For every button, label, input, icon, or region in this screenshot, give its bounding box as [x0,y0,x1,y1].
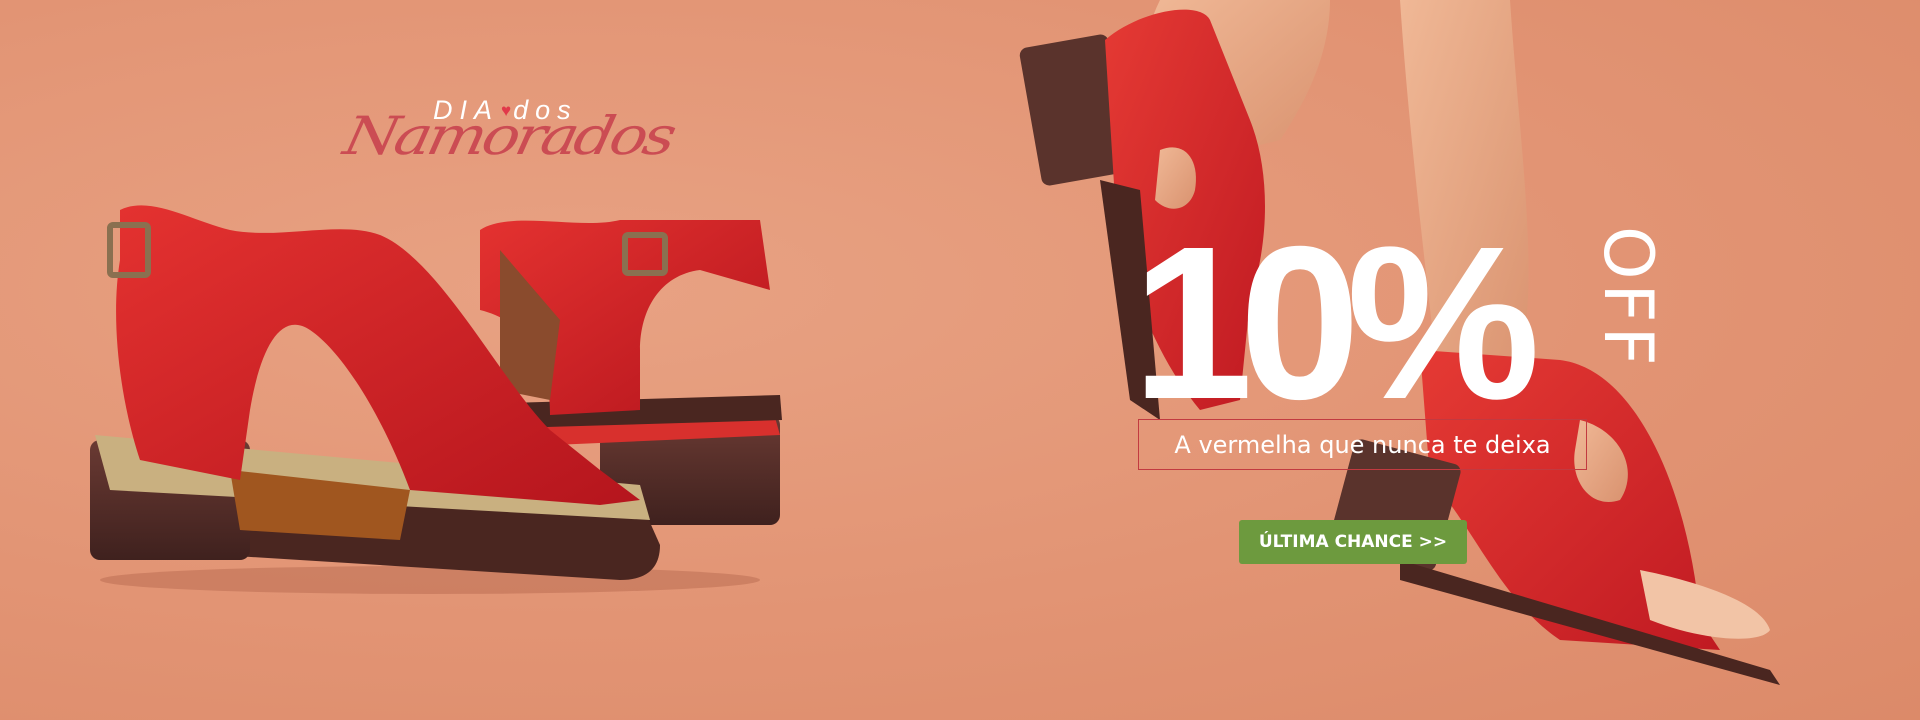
tagline-box: A vermelha que nunca te deixa [1138,419,1587,470]
promo-banner[interactable]: Namorados DIA ♥dos 10% OFF A vermelha qu… [0,0,1920,720]
logo-top-left: DIA [433,95,500,125]
logo-top-text: DIA ♥dos [433,95,578,126]
heart-icon: ♥ [501,101,512,120]
dia-dos-namorados-logo: Namorados DIA ♥dos [338,85,678,175]
product-sandals-image [90,205,782,594]
discount-percent: 10% [1132,202,1540,445]
ultima-chance-button[interactable]: ÚLTIMA CHANCE >> [1239,520,1467,564]
logo-top-right: dos [513,95,578,125]
off-label: OFF [1588,226,1667,370]
